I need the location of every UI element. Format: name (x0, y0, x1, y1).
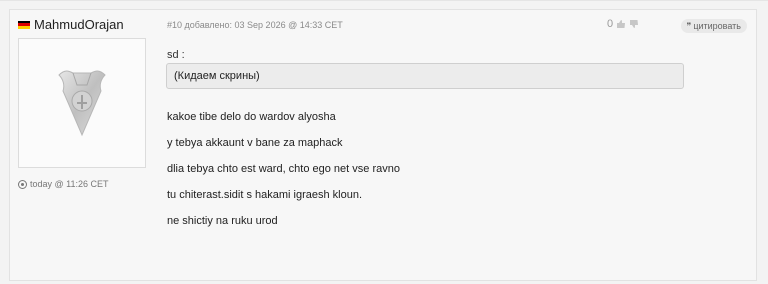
quote-button[interactable]: ❞ цитировать (680, 19, 747, 33)
quote-box: (Кидаем скрины) (166, 63, 684, 89)
author-local-time: today @ 11:26 CET (18, 179, 109, 189)
avatar[interactable] (18, 38, 146, 168)
clock-icon (18, 179, 27, 189)
germany-flag-icon (18, 20, 30, 29)
forum-post: MahmudOrajan today @ 11:26 CET #10 добав… (9, 9, 757, 281)
rating: 0 (607, 18, 639, 30)
silver-medallion-avatar (58, 70, 106, 137)
rating-score: 0 (607, 18, 614, 30)
post-body: kakoe tibe delo do wardov alyosha y teby… (167, 104, 400, 234)
post-line: tu chiterast.sidit s hakami igraesh klou… (167, 189, 363, 201)
username[interactable]: MahmudOrajan (34, 17, 124, 32)
thumbs-up-icon[interactable] (616, 19, 626, 29)
thumbs-down-icon[interactable] (629, 19, 639, 29)
quote-button-label: цитировать (693, 21, 741, 31)
post-line: y tebya akkaunt v bane za maphack (167, 137, 343, 149)
post-meta: #10 добавлено: 03 Sep 2026 @ 14:33 CET (167, 20, 343, 30)
post-line: ne shictiy na ruku urod (167, 215, 278, 227)
post-line: dlia tebya chto est ward, chto ego net v… (167, 163, 400, 175)
author-local-time-text: today @ 11:26 CET (30, 179, 109, 189)
top-divider (0, 0, 768, 1)
quote-icon: ❞ (686, 20, 692, 31)
username-row[interactable]: MahmudOrajan (18, 17, 124, 32)
post-line: kakoe tibe delo do wardov alyosha (167, 111, 336, 123)
quote-author: sd : (167, 49, 185, 61)
